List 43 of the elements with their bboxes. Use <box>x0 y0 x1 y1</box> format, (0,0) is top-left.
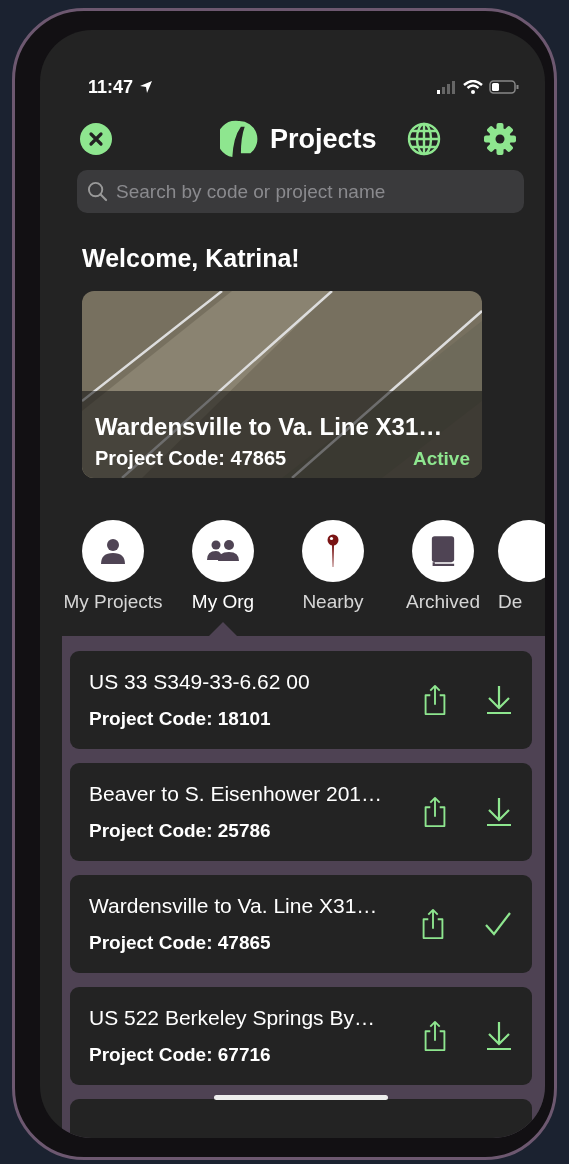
project-card[interactable]: US 33 S349-33-6.62 00 Project Code: 18101 <box>70 651 532 749</box>
download-icon[interactable] <box>486 685 512 715</box>
battery-icon <box>489 80 519 94</box>
book-icon <box>430 535 456 567</box>
road-logo-icon <box>220 120 258 158</box>
share-icon[interactable] <box>422 1020 448 1052</box>
project-card[interactable]: Beaver to S. Eisenhower 201… Project Code: 25786 <box>70 763 532 861</box>
featured-project-code: Project Code: 47865 <box>95 447 287 470</box>
signal-icon <box>437 80 457 94</box>
project-name: Wardensville to Va. Line X31… <box>89 894 379 918</box>
category-tab[interactable]: Archived <box>388 520 498 636</box>
project-code: Project Code: 18101 <box>89 708 272 730</box>
wifi-icon <box>463 80 483 94</box>
search-icon <box>87 181 108 202</box>
share-icon[interactable] <box>422 796 448 828</box>
project-card[interactable]: Wardensville to Va. Line X31… Project Code: 47865 <box>70 875 532 973</box>
globe-icon[interactable] <box>406 122 441 156</box>
category-tab[interactable]: Nearby <box>278 520 388 636</box>
project-code: Project Code: 47865 <box>89 932 272 954</box>
featured-project-name: Wardensville to Va. Line X31… <box>95 413 444 441</box>
download-icon[interactable] <box>486 1021 512 1051</box>
share-icon[interactable] <box>422 684 448 716</box>
people-icon <box>206 539 240 563</box>
project-name: Beaver to S. Eisenhower 201… <box>89 782 383 806</box>
settings-icon[interactable] <box>482 122 517 156</box>
location-arrow-icon <box>139 80 154 94</box>
download-icon[interactable] <box>486 797 512 827</box>
project-name: US 522 Berkeley Springs By… <box>89 1006 376 1030</box>
welcome-heading: Welcome, Katrina! <box>82 244 301 273</box>
project-card[interactable]: US 522 Berkeley Springs By… Project Code: 67716 <box>70 987 532 1085</box>
project-status: Active <box>412 448 470 470</box>
category-tab[interactable]: My Org <box>168 520 278 636</box>
share-icon[interactable] <box>420 908 446 940</box>
project-name: US 33 S349-33-6.62 00 <box>89 670 311 694</box>
project-code: Project Code: 67716 <box>89 1044 272 1066</box>
close-icon[interactable] <box>80 123 112 155</box>
featured-project-card[interactable]: Wardensville to Va. Line X31… Project Code: 47865 Active <box>82 291 482 478</box>
status-time: 11:47 <box>88 76 134 98</box>
screen-title: Projects <box>270 123 377 155</box>
project-code: Project Code: 25786 <box>89 820 272 842</box>
search-field[interactable]: Search by code or project name <box>77 170 524 213</box>
person-icon <box>98 536 128 566</box>
category-tab[interactable]: My Projects <box>58 520 168 636</box>
